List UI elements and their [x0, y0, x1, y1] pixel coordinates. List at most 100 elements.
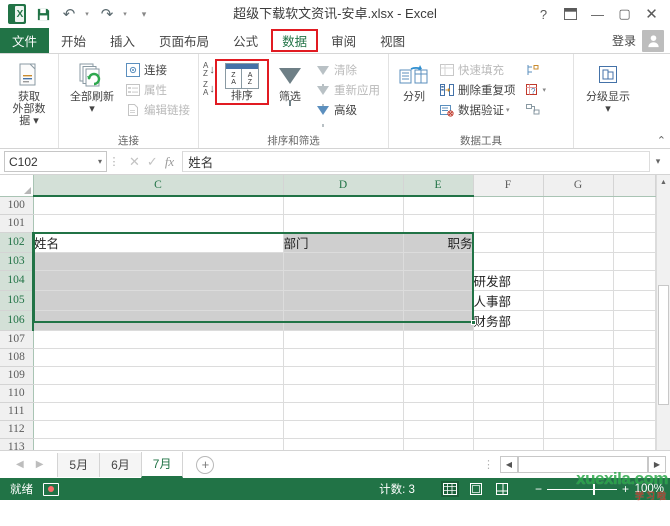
vertical-scroll-thumb[interactable]: [658, 285, 669, 405]
cell-C104[interactable]: [33, 270, 284, 291]
cell-D105[interactable]: [283, 290, 404, 311]
cell-H111[interactable]: [613, 402, 656, 421]
cell-D113[interactable]: [283, 438, 404, 450]
split-handle[interactable]: ⋮: [477, 458, 500, 471]
redo-icon[interactable]: ↷: [96, 3, 118, 25]
row-header-101[interactable]: 101: [0, 214, 34, 233]
undo-dropdown-icon[interactable]: ▾: [84, 3, 92, 25]
signin-link[interactable]: 登录: [612, 32, 636, 49]
cell-F102[interactable]: [473, 232, 544, 253]
tab-formulas[interactable]: 公式: [221, 28, 270, 53]
formula-input[interactable]: 姓名: [182, 151, 650, 172]
cell-C107[interactable]: [33, 330, 284, 349]
refresh-all-button[interactable]: 全部刷新 ▾: [63, 59, 121, 117]
cell-H112[interactable]: [613, 420, 656, 439]
column-header-H[interactable]: [613, 175, 656, 197]
customize-qat-icon[interactable]: ▾: [134, 3, 156, 25]
cell-C102[interactable]: 姓名: [33, 232, 284, 253]
cell-G104[interactable]: [543, 270, 614, 291]
whatif-dropdown-icon[interactable]: ▾: [543, 86, 547, 94]
cell-D104[interactable]: [283, 270, 404, 291]
cell-C103[interactable]: [33, 252, 284, 271]
properties-button[interactable]: 属性: [121, 80, 194, 100]
cell-D111[interactable]: [283, 402, 404, 421]
cell-C113[interactable]: [33, 438, 284, 450]
cell-G110[interactable]: [543, 384, 614, 403]
cell-G111[interactable]: [543, 402, 614, 421]
cell-E101[interactable]: [403, 214, 474, 233]
cell-C110[interactable]: [33, 384, 284, 403]
relationships-button[interactable]: [522, 100, 551, 120]
cell-G103[interactable]: [543, 252, 614, 271]
tab-view[interactable]: 视图: [368, 28, 417, 53]
cell-E104[interactable]: [403, 270, 474, 291]
clear-filter-button[interactable]: 清除: [311, 60, 384, 87]
sheet-tab-june[interactable]: 6月: [99, 452, 142, 477]
scroll-up-icon[interactable]: ▲: [657, 175, 670, 189]
column-header-E[interactable]: E: [403, 175, 474, 197]
cell-E110[interactable]: [403, 384, 474, 403]
cell-E103[interactable]: [403, 252, 474, 271]
row-header-104[interactable]: 104: [0, 270, 34, 291]
tab-insert[interactable]: 插入: [98, 28, 147, 53]
horizontal-scroll-thumb[interactable]: [518, 456, 648, 473]
cell-F103[interactable]: [473, 252, 544, 271]
cell-H107[interactable]: [613, 330, 656, 349]
cell-F101[interactable]: [473, 214, 544, 233]
cell-F107[interactable]: [473, 330, 544, 349]
cell-F111[interactable]: [473, 402, 544, 421]
cell-E112[interactable]: [403, 420, 474, 439]
cell-F113[interactable]: [473, 438, 544, 450]
sort-descending-button[interactable]: Z A ↓: [203, 81, 215, 97]
row-header-100[interactable]: 100: [0, 196, 34, 215]
cell-H101[interactable]: [613, 214, 656, 233]
row-header-106[interactable]: 106: [0, 310, 34, 331]
close-icon[interactable]: ✕: [639, 3, 664, 25]
zoom-value[interactable]: 100%: [634, 483, 664, 495]
cell-H109[interactable]: [613, 366, 656, 385]
cell-D103[interactable]: [283, 252, 404, 271]
confirm-edit-icon[interactable]: ✓: [147, 154, 158, 170]
text-to-columns-button[interactable]: 分列: [393, 59, 435, 105]
sheet-prev-icon[interactable]: ◀: [16, 459, 24, 470]
tab-page-layout[interactable]: 页面布局: [147, 28, 221, 53]
row-header-108[interactable]: 108: [0, 348, 34, 367]
cell-G106[interactable]: [543, 310, 614, 331]
cell-D102[interactable]: 部门: [283, 232, 404, 253]
outline-button[interactable]: 分级显示 ▾: [578, 59, 638, 117]
row-header-111[interactable]: 111: [0, 402, 34, 421]
cell-D109[interactable]: [283, 366, 404, 385]
page-layout-view-button[interactable]: [467, 481, 485, 497]
sort-button[interactable]: ZAAZ 排序: [219, 61, 265, 103]
column-header-F[interactable]: F: [473, 175, 544, 197]
data-validation-dropdown-icon[interactable]: ▾: [506, 106, 510, 114]
sheet-next-icon[interactable]: ▶: [36, 459, 44, 470]
avatar[interactable]: [642, 29, 664, 52]
row-header-105[interactable]: 105: [0, 290, 34, 311]
cell-G112[interactable]: [543, 420, 614, 439]
filter-button[interactable]: 筛选: [269, 59, 311, 106]
cell-D101[interactable]: [283, 214, 404, 233]
cell-H102[interactable]: [613, 232, 656, 253]
collapse-ribbon-icon[interactable]: ⌃: [657, 134, 666, 147]
cell-G108[interactable]: [543, 348, 614, 367]
cell-E102[interactable]: 职务: [403, 232, 474, 253]
zoom-in-icon[interactable]: +: [622, 482, 629, 496]
cell-F109[interactable]: [473, 366, 544, 385]
data-validation-button[interactable]: 数据验证 ▾: [435, 100, 520, 120]
cell-C111[interactable]: [33, 402, 284, 421]
column-header-C[interactable]: C: [33, 175, 284, 197]
flash-fill-button[interactable]: 快速填充: [435, 60, 520, 80]
row-header-103[interactable]: 103: [0, 252, 34, 271]
cell-H108[interactable]: [613, 348, 656, 367]
cell-F108[interactable]: [473, 348, 544, 367]
cell-C105[interactable]: [33, 290, 284, 311]
cell-F100[interactable]: [473, 196, 544, 215]
cell-D106[interactable]: [283, 310, 404, 331]
cell-F110[interactable]: [473, 384, 544, 403]
tab-file[interactable]: 文件: [0, 28, 50, 53]
column-header-G[interactable]: G: [543, 175, 614, 197]
cell-F105[interactable]: 人事部: [473, 290, 544, 311]
page-break-view-button[interactable]: [493, 481, 511, 497]
cell-E107[interactable]: [403, 330, 474, 349]
